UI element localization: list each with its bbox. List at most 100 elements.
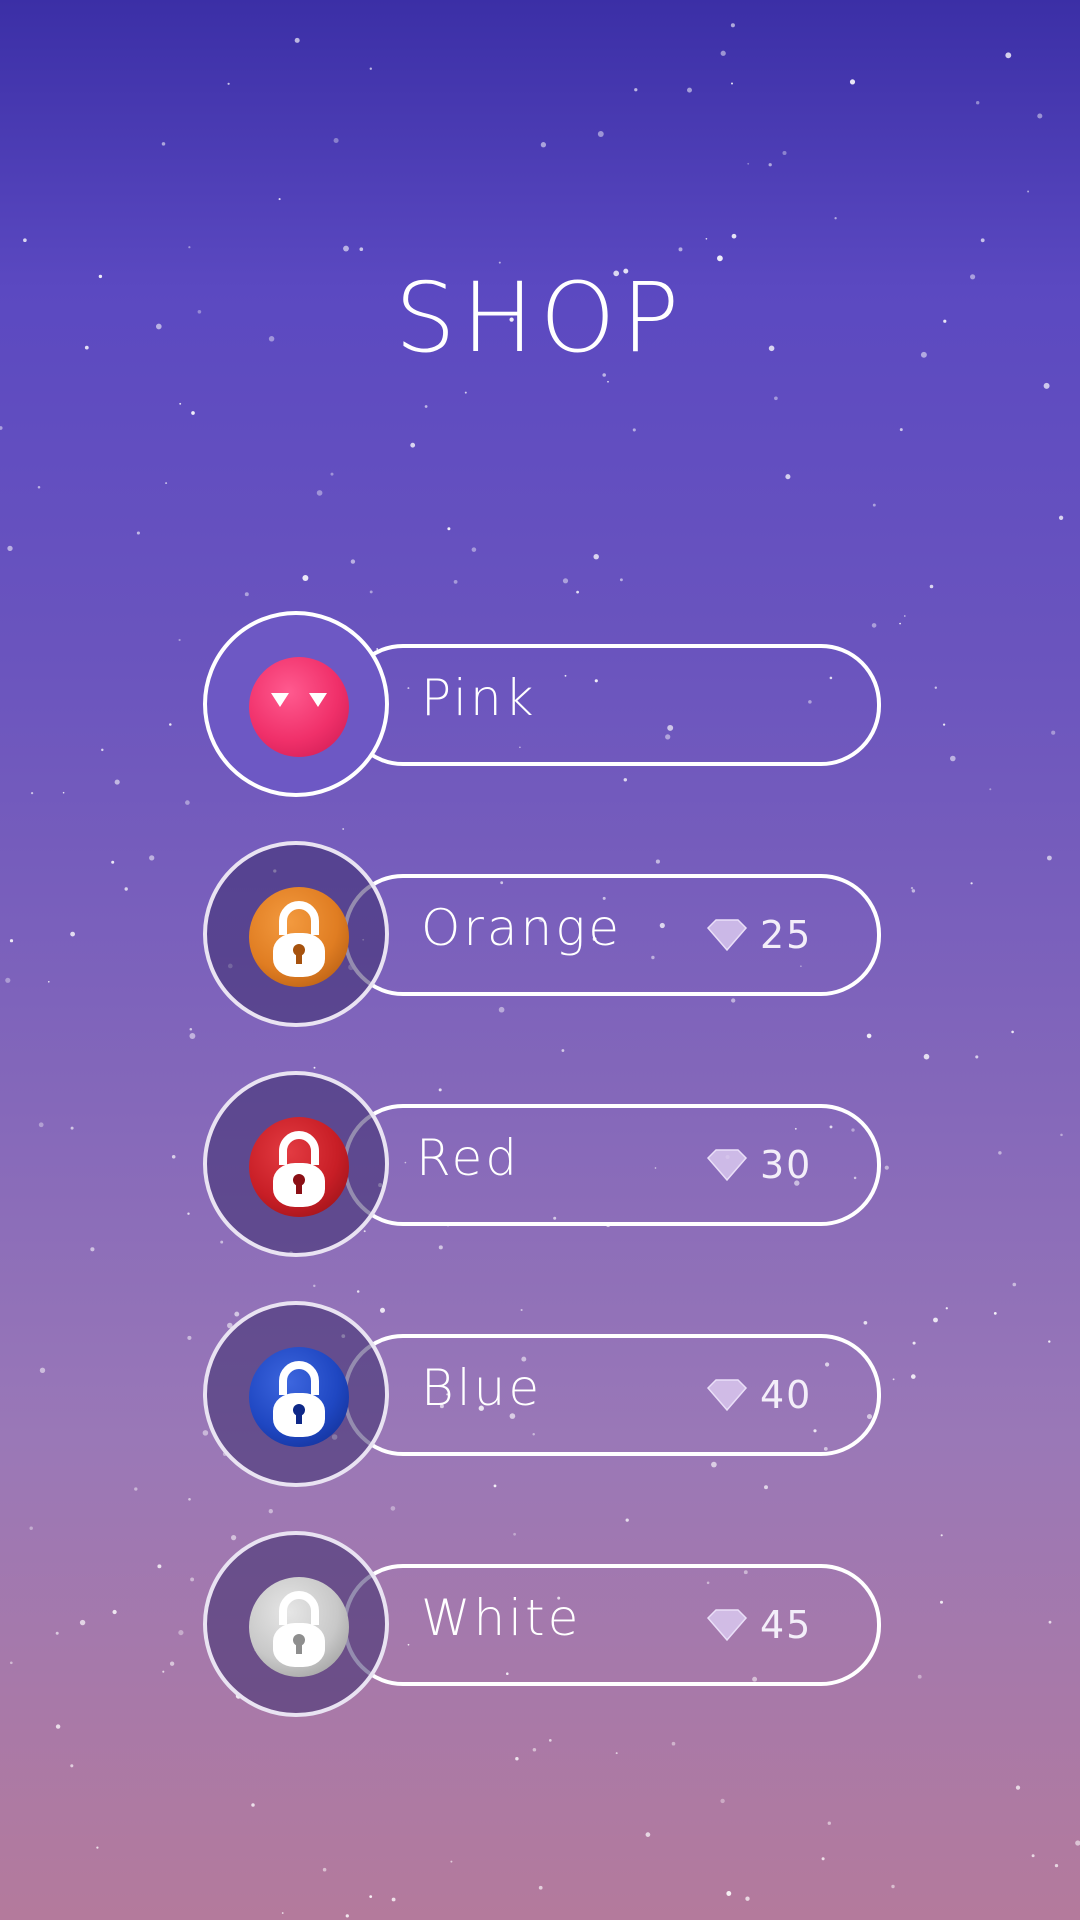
- white-ball-icon: [249, 1577, 349, 1677]
- star: [390, 1506, 396, 1511]
- star: [70, 1764, 74, 1768]
- star: [447, 527, 451, 531]
- star: [169, 723, 172, 726]
- star: [350, 559, 356, 564]
- star: [884, 1165, 889, 1170]
- star: [185, 800, 190, 805]
- price-value: 45: [760, 1603, 813, 1647]
- item-price: 45: [706, 1575, 812, 1675]
- star: [827, 1821, 831, 1825]
- item-name: White: [421, 1589, 582, 1647]
- star: [730, 23, 735, 28]
- star: [747, 162, 750, 165]
- shop-item-white[interactable]: White 45: [203, 1531, 881, 1717]
- star: [316, 490, 323, 496]
- star: [187, 1335, 192, 1340]
- star: [281, 1912, 284, 1914]
- star: [607, 380, 609, 383]
- padlock-icon: [273, 1591, 325, 1667]
- star: [910, 1374, 916, 1379]
- star: [268, 1509, 273, 1514]
- star: [190, 1577, 195, 1582]
- shop-item-red[interactable]: Red 30: [203, 1071, 881, 1257]
- star: [731, 233, 737, 239]
- star: [933, 1317, 938, 1323]
- star: [768, 163, 772, 167]
- item-circle: [203, 841, 389, 1027]
- star: [975, 1055, 979, 1059]
- star: [345, 1914, 349, 1918]
- star: [548, 1739, 552, 1742]
- star: [532, 1748, 537, 1752]
- price-value: 25: [760, 913, 813, 957]
- star: [410, 442, 416, 448]
- star: [330, 472, 334, 476]
- star: [940, 1534, 943, 1537]
- star: [179, 402, 182, 405]
- star: [1054, 1863, 1059, 1868]
- star: [1046, 855, 1052, 861]
- star: [178, 638, 181, 642]
- star: [561, 1049, 565, 1052]
- star: [169, 1661, 175, 1666]
- star: [244, 592, 249, 597]
- star: [189, 1033, 196, 1039]
- star: [1037, 113, 1043, 119]
- star: [993, 1312, 997, 1315]
- star: [939, 1600, 944, 1604]
- star: [576, 590, 579, 594]
- star: [615, 1752, 618, 1755]
- star: [903, 615, 906, 617]
- item-price: 30: [706, 1115, 812, 1215]
- shop-item-pink[interactable]: Pink: [203, 611, 881, 797]
- star: [687, 87, 692, 93]
- star: [450, 1860, 453, 1863]
- star: [976, 101, 980, 105]
- star: [1027, 190, 1030, 193]
- star: [62, 791, 65, 794]
- item-price: 25: [706, 885, 812, 985]
- star: [970, 882, 973, 885]
- star: [980, 238, 985, 243]
- star: [55, 1631, 59, 1635]
- star: [424, 405, 428, 408]
- shop-item-blue[interactable]: Blue 40: [203, 1301, 881, 1487]
- star: [322, 1867, 327, 1872]
- item-circle: [203, 611, 389, 797]
- price-value: 40: [760, 1373, 813, 1417]
- star: [453, 580, 458, 584]
- star: [251, 1803, 255, 1807]
- star: [562, 578, 569, 584]
- star: [671, 1741, 676, 1746]
- star: [369, 590, 373, 594]
- star: [7, 545, 13, 552]
- star: [705, 237, 708, 240]
- star: [945, 1307, 948, 1310]
- star: [343, 245, 349, 252]
- star: [619, 578, 623, 582]
- star: [30, 791, 34, 795]
- star: [39, 1367, 46, 1373]
- star: [1075, 1840, 1080, 1846]
- star: [5, 977, 11, 983]
- item-circle: [203, 1071, 389, 1257]
- item-name: Orange: [421, 899, 623, 957]
- star: [942, 723, 946, 726]
- star: [678, 247, 683, 252]
- star: [302, 575, 309, 581]
- star: [9, 939, 14, 943]
- item-name: Pink: [421, 669, 537, 727]
- star: [1058, 515, 1064, 520]
- star: [149, 855, 155, 861]
- shop-item-orange[interactable]: Orange 25: [203, 841, 881, 1027]
- diamond-icon: [706, 1379, 748, 1412]
- star: [464, 391, 467, 394]
- star: [178, 1630, 184, 1636]
- pink-ball-icon: [249, 657, 349, 757]
- star: [187, 1212, 190, 1215]
- star: [731, 82, 733, 85]
- star: [70, 931, 75, 937]
- star: [911, 889, 916, 893]
- star: [23, 238, 27, 243]
- star: [38, 1122, 44, 1128]
